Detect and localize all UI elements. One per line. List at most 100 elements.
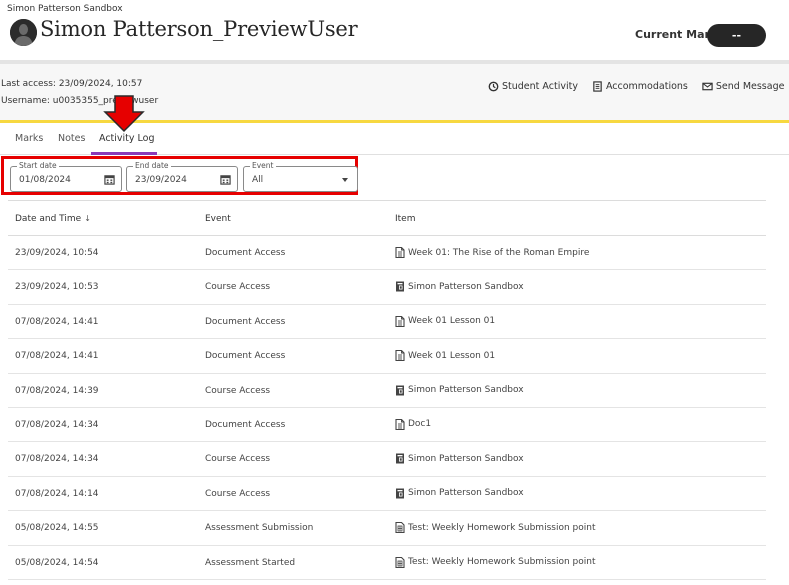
cell-item-link[interactable]: Test: Weekly Homework Submission point — [395, 556, 596, 568]
table-row: 05/08/2024, 14:54 Assessment Started Test:… — [8, 546, 766, 580]
current-mark-label: Current Mark — [635, 28, 718, 41]
table-row: 07/08/2024, 14:41 Document Access Week 01 … — [8, 339, 766, 374]
column-header-item: Item — [395, 214, 416, 224]
cell-item-link[interactable]: Simon Patterson Sandbox — [395, 488, 524, 499]
cell-item-link[interactable]: Doc1 — [395, 418, 432, 430]
accommodations-link[interactable]: Accommodations — [592, 81, 688, 92]
course-icon — [395, 281, 405, 292]
cell-item-link[interactable]: Simon Patterson Sandbox — [395, 385, 524, 396]
student-activity-link[interactable]: Student Activity — [488, 81, 578, 92]
clock-icon — [488, 81, 499, 92]
last-access-text: Last access: 23/09/2024, 10:57 — [1, 79, 143, 89]
course-icon — [395, 385, 405, 396]
table-row: 07/08/2024, 14:14 Course Access Simon Patt… — [8, 477, 766, 512]
sort-descending-icon: ↓ — [84, 214, 91, 223]
cell-item-link[interactable]: Simon Patterson Sandbox — [395, 281, 524, 292]
end-date-label: End date — [133, 161, 171, 171]
table-row: 23/09/2024, 10:53 Course Access Simon Patt… — [8, 270, 766, 305]
cell-item-link[interactable]: Test: Weekly Homework Submission point — [395, 522, 596, 534]
page-title: Simon Patterson_PreviewUser — [40, 17, 358, 41]
calendar-icon[interactable] — [220, 174, 231, 185]
tab-notes[interactable]: Notes — [58, 133, 85, 144]
activity-log-table: Date and Time ↓ Event Item 23/09/2024, 10… — [8, 200, 766, 580]
cell-date: 23/09/2024, 10:54 — [15, 248, 99, 258]
annotation-arrow-icon — [103, 95, 145, 133]
course-icon — [395, 453, 405, 464]
end-date-field[interactable]: End date 23/09/2024 — [126, 161, 238, 192]
cell-item-label: Test: Weekly Homework Submission point — [408, 557, 596, 568]
document-icon — [395, 350, 405, 362]
cell-item-label: Week 01 Lesson 01 — [408, 350, 496, 361]
cell-event: Assessment Submission — [205, 523, 314, 534]
start-date-label: Start date — [17, 161, 59, 171]
action-links: Student Activity Accommodations Send Mes… — [488, 81, 784, 92]
cell-date: 07/08/2024, 14:39 — [15, 385, 99, 396]
cell-item-link[interactable]: Simon Patterson Sandbox — [395, 453, 524, 464]
cell-event: Assessment Started — [205, 557, 296, 568]
send-message-link[interactable]: Send Message — [702, 81, 785, 92]
column-header-date-label: Date and Time — [15, 214, 82, 224]
cell-date: 07/08/2024, 14:34 — [15, 419, 99, 430]
start-date-value: 01/08/2024 — [19, 175, 71, 185]
table-row: 05/08/2024, 14:55 Assessment Submission Te… — [8, 511, 766, 546]
end-date-value: 23/09/2024 — [135, 175, 187, 185]
calendar-icon[interactable] — [104, 174, 115, 185]
active-tab-indicator — [91, 152, 157, 155]
event-label: Event — [250, 161, 276, 171]
cell-event: Document Access — [205, 248, 286, 258]
cell-event: Course Access — [205, 385, 271, 396]
student-activity-label: Student Activity — [502, 81, 578, 92]
filter-highlight-box: Start date 01/08/2024 End date 23/09/202… — [1, 156, 358, 195]
cell-item-label: Week 01 Lesson 01 — [408, 316, 496, 327]
start-date-field[interactable]: Start date 01/08/2024 — [10, 161, 122, 192]
cell-event: Document Access — [205, 316, 286, 327]
document-icon — [395, 247, 405, 258]
send-message-label: Send Message — [715, 81, 785, 92]
cell-item-label: Doc1 — [408, 419, 432, 430]
accommodations-label: Accommodations — [605, 81, 688, 92]
course-icon — [395, 488, 405, 499]
table-row: 07/08/2024, 14:41 Document Access Week 01 … — [8, 305, 766, 340]
page-header: Simon Patterson Sandbox Simon Patterson_… — [0, 0, 789, 60]
cell-event: Course Access — [205, 282, 271, 293]
chevron-down-icon — [342, 178, 348, 182]
cell-date: 05/08/2024, 14:54 — [15, 557, 99, 568]
cell-event: Course Access — [205, 488, 271, 499]
cell-item-label: Week 01: The Rise of the Roman Empire — [408, 247, 590, 258]
cell-date: 07/08/2024, 14:41 — [15, 351, 99, 362]
cell-date: 23/09/2024, 10:53 — [15, 282, 99, 293]
cell-item-label: Simon Patterson Sandbox — [408, 488, 524, 499]
cell-date: 07/08/2024, 14:34 — [15, 454, 99, 465]
table-row: 07/08/2024, 14:39 Course Access Simon Patt… — [8, 374, 766, 408]
cell-date: 07/08/2024, 14:14 — [15, 488, 99, 499]
test-icon — [395, 556, 405, 568]
table-row: 23/09/2024, 10:54 Document Access Week 01:… — [8, 236, 766, 271]
table-row: 07/08/2024, 14:34 Document Access Doc1 — [8, 408, 766, 443]
cell-item-link[interactable]: Week 01 Lesson 01 — [395, 315, 496, 327]
cell-item-label: Simon Patterson Sandbox — [408, 281, 524, 292]
cell-item-link[interactable]: Week 01 Lesson 01 — [395, 350, 496, 362]
tab-marks[interactable]: Marks — [15, 133, 43, 144]
event-select[interactable]: Event All — [243, 161, 358, 192]
document-icon — [395, 315, 405, 327]
table-row: 07/08/2024, 14:34 Course Access Simon Patt… — [8, 442, 766, 477]
table-header: Date and Time ↓ Event Item — [8, 200, 766, 236]
cell-event: Document Access — [205, 419, 286, 430]
cell-date: 05/08/2024, 14:55 — [15, 523, 99, 534]
cell-date: 07/08/2024, 14:41 — [15, 316, 99, 327]
column-header-event: Event — [205, 214, 231, 224]
cell-item-link[interactable]: Week 01: The Rise of the Roman Empire — [395, 247, 589, 258]
document-list-icon — [593, 81, 602, 92]
cell-item-label: Test: Weekly Homework Submission point — [408, 522, 596, 533]
current-mark-badge[interactable]: -- — [707, 24, 766, 47]
cell-item-label: Simon Patterson Sandbox — [408, 453, 524, 464]
cell-event: Document Access — [205, 351, 286, 362]
test-icon — [395, 522, 405, 534]
cell-event: Course Access — [205, 454, 271, 465]
tab-activity-log[interactable]: Activity Log — [99, 133, 155, 144]
cell-item-label: Simon Patterson Sandbox — [408, 385, 524, 396]
event-value: All — [252, 175, 264, 185]
column-header-date[interactable]: Date and Time ↓ — [15, 214, 91, 224]
document-icon — [395, 418, 405, 430]
course-name[interactable]: Simon Patterson Sandbox — [7, 4, 123, 14]
